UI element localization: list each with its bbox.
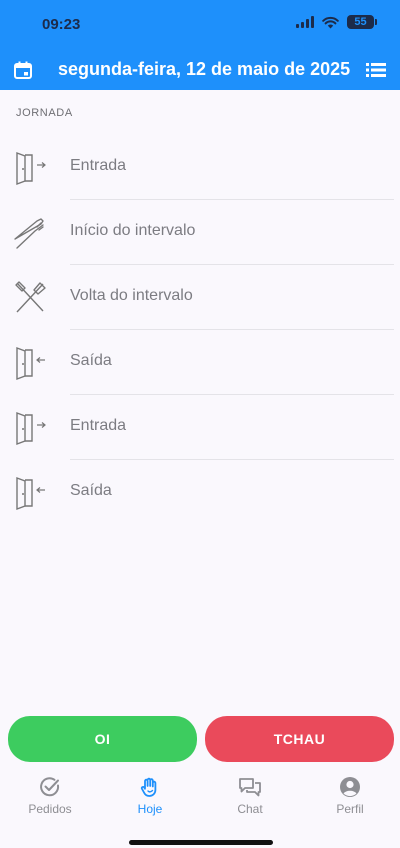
- fork-knife-icon: [14, 218, 44, 249]
- door-exit-icon: [16, 346, 45, 381]
- chat-icon: [239, 778, 261, 797]
- entry-list: Entrada Início do intervalo Volta do int…: [0, 135, 400, 525]
- tab-label: Perfil: [336, 802, 364, 816]
- signal-icon: [296, 16, 314, 28]
- entry-row[interactable]: Saída: [0, 460, 400, 525]
- tab-label: Hoje: [137, 802, 163, 816]
- entry-row[interactable]: Entrada: [0, 135, 400, 200]
- door-enter-icon: [16, 151, 46, 186]
- entry-label: Saída: [70, 482, 112, 499]
- entry-row[interactable]: Saída: [0, 330, 400, 395]
- entry-row[interactable]: Volta do intervalo: [0, 265, 400, 330]
- action-buttons: OI TCHAU: [8, 716, 394, 762]
- hand-icon: [140, 777, 157, 797]
- tchau-button[interactable]: TCHAU: [205, 716, 394, 762]
- crossed-utensils-icon: [15, 281, 46, 313]
- tab-label: Pedidos: [28, 802, 72, 816]
- page-title[interactable]: segunda-feira, 12 de maio de 2025: [58, 59, 350, 80]
- app-bar: segunda-feira, 12 de maio de 2025: [0, 50, 400, 90]
- tab-label: Chat: [237, 802, 263, 816]
- check-circle-icon: [40, 777, 60, 797]
- entry-label: Entrada: [70, 417, 127, 434]
- door-enter-icon: [16, 411, 46, 446]
- status-icons: 55: [296, 15, 377, 29]
- entry-label: Início do intervalo: [70, 222, 196, 239]
- tab-chat[interactable]: Chat: [200, 770, 300, 820]
- status-time: 09:23: [42, 16, 81, 33]
- tab-hoje[interactable]: Hoje: [100, 770, 200, 820]
- home-indicator: [129, 840, 273, 845]
- entry-row[interactable]: Início do intervalo: [0, 200, 400, 265]
- tab-pedidos[interactable]: Pedidos: [0, 770, 100, 820]
- oi-button[interactable]: OI: [8, 716, 197, 762]
- entry-label: Entrada: [70, 157, 127, 174]
- tab-bar: Pedidos Hoje Chat Perfil: [0, 770, 400, 820]
- door-exit-icon: [16, 476, 45, 511]
- wifi-icon: [322, 16, 339, 28]
- list-icon[interactable]: [366, 62, 386, 78]
- entry-label: Volta do intervalo: [70, 287, 193, 304]
- entry-row[interactable]: Entrada: [0, 395, 400, 460]
- calendar-icon[interactable]: [14, 61, 32, 79]
- status-bar: 09:23 55: [0, 0, 400, 50]
- battery-icon: 55: [347, 15, 377, 29]
- entry-label: Saída: [70, 352, 112, 369]
- tab-perfil[interactable]: Perfil: [300, 770, 400, 820]
- section-label: JORNADA: [16, 107, 73, 119]
- person-icon: [340, 777, 360, 797]
